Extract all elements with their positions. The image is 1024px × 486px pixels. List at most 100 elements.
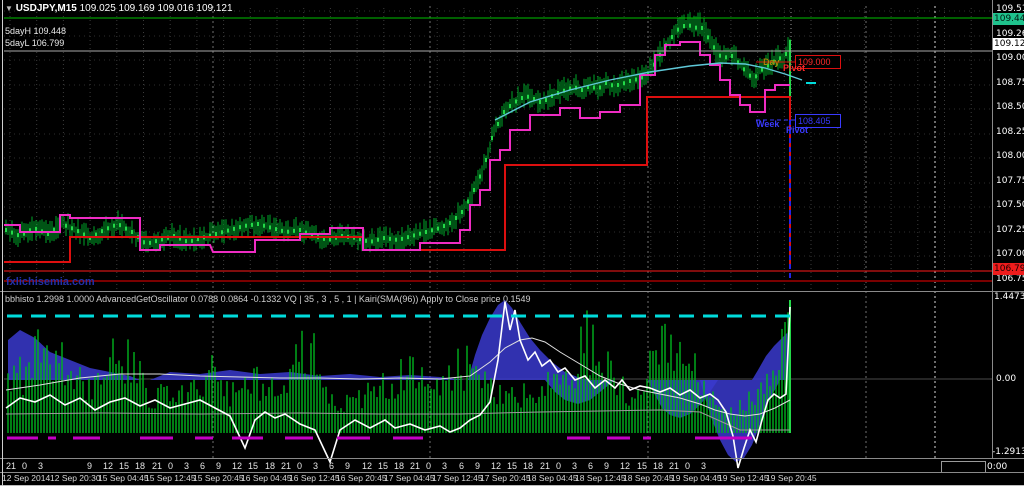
hour-tick: 18 [135, 461, 146, 471]
hour-tick: 15 [248, 461, 259, 471]
hour-tick: 3 [572, 461, 578, 471]
price-badge-current: 109.121 [993, 38, 1024, 50]
mt4-chart-window[interactable]: ▼ USDJPY,M15 109.025 109.169 109.016 109… [0, 0, 1024, 486]
hour-tick: 0 [556, 461, 562, 471]
price-tick: 107.500 [996, 200, 1024, 210]
five-day-low-label: 5dayL 106.799 [5, 38, 65, 48]
hour-tick: 0 [22, 461, 28, 471]
indicator-axis-bottom: -1.2913 [992, 447, 1024, 457]
hour-tick: 0 [168, 461, 174, 471]
hour-tick: 18 [394, 461, 405, 471]
price-tick: 107.000 [996, 249, 1024, 259]
date-tick: 16 Sep 20:45 [336, 473, 387, 483]
hour-tick: 15 [507, 461, 518, 471]
hour-tick: 21 [152, 461, 163, 471]
hour-tick: 6 [200, 461, 206, 471]
hour-tick: 21 [6, 461, 17, 471]
hour-tick: 9 [345, 461, 351, 471]
date-tick: 17 Sep 20:45 [480, 473, 531, 483]
watermark: fxlichisemia.com [6, 276, 95, 288]
time-axis-hours[interactable]: 21 0 3 9 12 15 18 21 0 3 6 9 12 15 18 21 0 3 6 9 12 15 18 21 0 3 6… [0, 461, 1024, 472]
hour-tick: 21 [281, 461, 292, 471]
date-tick: 18 Sep 12:45 [575, 473, 626, 483]
candlestick-series [5, 12, 791, 253]
hour-tick: 0 [426, 461, 432, 471]
date-tick: 15 Sep 12:45 [145, 473, 196, 483]
five-day-high-label: 5dayH 109.448 [5, 26, 67, 36]
price-tick: 107.250 [996, 225, 1024, 235]
day-pivot-caption-prefix: Day [763, 57, 780, 67]
date-tick: 18 Sep 04:45 [527, 473, 578, 483]
price-tick: 108.005 [996, 151, 1024, 161]
hour-tick: 3 [38, 461, 44, 471]
hour-tick: 0 [685, 461, 691, 471]
date-tick: 16 Sep 12:45 [289, 473, 340, 483]
hour-tick: 3 [701, 461, 707, 471]
price-tick: 109.005 [996, 53, 1024, 63]
hour-tick: 9 [87, 461, 93, 471]
date-tick: 17 Sep 12:45 [432, 473, 483, 483]
day-pivot-caption: Pivot [783, 63, 806, 73]
hour-tick: 12 [232, 461, 243, 471]
indicator-header: bbhisto 1.2998 1.0000 AdvancedGetOscilla… [5, 294, 531, 304]
chart-canvas[interactable] [0, 0, 1024, 486]
date-tick: 16 Sep 04:45 [241, 473, 292, 483]
hour-tick: 6 [459, 461, 465, 471]
date-tick: 19 Sep 12:45 [718, 473, 769, 483]
price-tick: 108.255 [996, 127, 1024, 137]
date-tick: 12 Sep 2014 [2, 473, 51, 483]
date-tick: 17 Sep 04:45 [384, 473, 435, 483]
hour-tick: 18 [523, 461, 534, 471]
price-badge-high: 109.448 [993, 13, 1024, 25]
hour-tick: 21 [410, 461, 421, 471]
hour-tick: 21 [540, 461, 551, 471]
indicator-axis-top: 1.4473 [994, 292, 1024, 302]
date-tick: 19 Sep 20:45 [766, 473, 817, 483]
date-tick: 12 Sep 20:30 [50, 473, 101, 483]
red-step-line [4, 96, 791, 268]
hour-tick: 3 [442, 461, 448, 471]
date-tick: 15 Sep 04:45 [98, 473, 149, 483]
price-tick: 107.750 [996, 176, 1024, 186]
hour-tick: 12 [491, 461, 502, 471]
hour-tick: 9 [604, 461, 610, 471]
date-tick: 18 Sep 20:45 [623, 473, 674, 483]
symbol-title: USDJPY,M15 [15, 3, 77, 14]
hour-tick: 6 [329, 461, 335, 471]
price-badge-low: 106.799 [993, 263, 1024, 275]
window-left-border [2, 0, 3, 486]
price-tick: 108.755 [996, 78, 1024, 88]
hour-tick: 9 [216, 461, 222, 471]
hour-tick: 18 [265, 461, 276, 471]
hour-tick: 15 [119, 461, 130, 471]
title-bar: ▼ USDJPY,M15 109.025 109.169 109.016 109… [5, 3, 233, 14]
ohlc-readout: 109.025 109.169 109.016 109.121 [79, 3, 233, 14]
axis-separator-top [0, 458, 1024, 459]
hour-tick: 15 [378, 461, 389, 471]
hour-tick: 6 [588, 461, 594, 471]
panel-splitter[interactable] [0, 291, 1024, 292]
hour-tick: 12 [362, 461, 373, 471]
hour-tick: 21 [669, 461, 680, 471]
hour-tick: 12 [620, 461, 631, 471]
price-tick: 108.505 [996, 102, 1024, 112]
hour-tick: 3 [313, 461, 319, 471]
hour-tick: 15 [637, 461, 648, 471]
time-axis-dates[interactable]: 12 Sep 2014 12 Sep 20:30 15 Sep 04:45 15 Se… [0, 473, 1024, 485]
hour-tick: 0 [297, 461, 303, 471]
hour-tick: 12 [103, 461, 114, 471]
date-tick: 19 Sep 04:45 [671, 473, 722, 483]
date-tick: 15 Sep 20:45 [193, 473, 244, 483]
price-axis-divider [992, 0, 993, 458]
price-tick: 106.750 [996, 274, 1024, 284]
week-pivot-caption-prefix: Week [756, 119, 780, 129]
hour-tick: 9 [475, 461, 481, 471]
symbol-dropdown-icon[interactable]: ▼ [5, 4, 13, 13]
price-axis[interactable]: 109.510109.260109.005108.755108.505108.2… [993, 0, 1024, 458]
indicator-axis-zero: 0.00 [996, 374, 1017, 384]
hour-tick: 18 [653, 461, 664, 471]
axis-separator-mid [0, 472, 1024, 473]
green-histogram [7, 310, 789, 433]
hour-tick: 3 [184, 461, 190, 471]
week-pivot-caption: Pivot [786, 125, 809, 135]
